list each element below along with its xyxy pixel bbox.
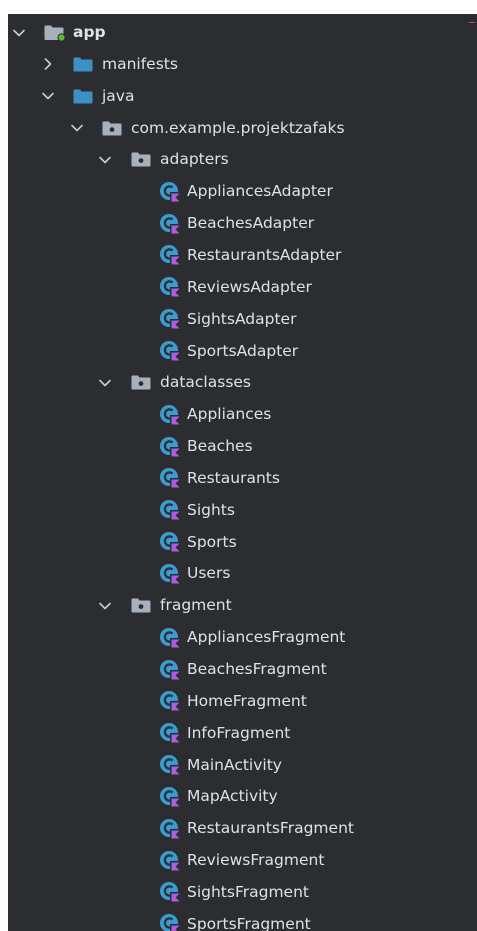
tree-file-reviewsadapter-label: ReviewsAdapter bbox=[187, 277, 312, 296]
kotlin-class-icon bbox=[159, 527, 181, 558]
tree-file-restaurantsfragment[interactable]: RestaurantsFragment bbox=[8, 813, 477, 844]
tree-file-sightsfragment-label: SightsFragment bbox=[187, 882, 309, 901]
tree-node-dataclasses-label: dataclasses bbox=[160, 373, 252, 392]
chevron-down-icon[interactable] bbox=[40, 81, 56, 112]
tree-file-restaurants-label: Restaurants bbox=[187, 468, 280, 487]
kotlin-class-icon bbox=[159, 463, 181, 494]
kotlin-class-icon bbox=[159, 686, 181, 717]
tree-file-reviewsadapter[interactable]: ReviewsAdapter bbox=[8, 272, 477, 303]
tree-file-beaches[interactable]: Beaches bbox=[8, 431, 477, 462]
kotlin-class-icon bbox=[159, 399, 181, 430]
tree-file-infofragment-label: InfoFragment bbox=[187, 723, 291, 742]
chevron-down-icon[interactable] bbox=[69, 113, 85, 144]
tree-node-java-label: java bbox=[102, 86, 135, 105]
tree-file-restaurantsadapter-label: RestaurantsAdapter bbox=[187, 245, 342, 264]
kotlin-class-icon bbox=[159, 176, 181, 207]
tree-file-sights-label: Sights bbox=[187, 500, 235, 519]
tree-node-java[interactable]: java bbox=[8, 81, 477, 112]
tree-node-app-label: app bbox=[73, 23, 106, 41]
kotlin-class-icon bbox=[159, 240, 181, 271]
folder-icon bbox=[73, 49, 93, 80]
tree-file-sightsadapter-label: SightsAdapter bbox=[187, 309, 297, 328]
kotlin-class-icon bbox=[159, 750, 181, 781]
tree-node-fragment[interactable]: fragment bbox=[8, 590, 477, 621]
tree-file-appliancesfragment-label: AppliancesFragment bbox=[187, 628, 346, 647]
tree-file-reviewsfragment-label: ReviewsFragment bbox=[187, 851, 325, 870]
tree-node-package[interactable]: com.example.projektzafaks bbox=[8, 113, 477, 144]
project-tree-panel: app manifests java com.example.projektzafak… bbox=[8, 14, 477, 931]
tree-file-restaurants[interactable]: Restaurants bbox=[8, 463, 477, 494]
tree-file-beachesadapter-label: BeachesAdapter bbox=[187, 214, 315, 233]
tree-file-sportsfragment-label: SportsFragment bbox=[187, 914, 311, 931]
tree-file-reviewsfragment[interactable]: ReviewsFragment bbox=[8, 845, 477, 876]
tree-file-appliancesfragment[interactable]: AppliancesFragment bbox=[8, 622, 477, 653]
kotlin-class-icon bbox=[159, 336, 181, 367]
tree-file-appliancesadapter[interactable]: AppliancesAdapter bbox=[8, 176, 477, 207]
kotlin-class-icon bbox=[159, 845, 181, 876]
package-icon bbox=[131, 144, 151, 175]
kotlin-class-icon bbox=[159, 877, 181, 908]
tree-node-fragment-label: fragment bbox=[160, 596, 232, 615]
chevron-down-icon[interactable] bbox=[97, 144, 113, 175]
kotlin-class-icon bbox=[159, 909, 181, 931]
chevron-down-icon[interactable] bbox=[97, 590, 113, 621]
tree-file-appliances-label: Appliances bbox=[187, 405, 272, 424]
kotlin-class-icon bbox=[159, 622, 181, 653]
tree-file-sportsfragment[interactable]: SportsFragment bbox=[8, 909, 477, 931]
tree-file-sports-label: Sports bbox=[187, 532, 237, 551]
tree-file-beachesadapter[interactable]: BeachesAdapter bbox=[8, 208, 477, 239]
tree-node-manifests[interactable]: manifests bbox=[8, 49, 477, 80]
tree-node-manifests-label: manifests bbox=[102, 54, 178, 73]
tree-file-users-label: Users bbox=[187, 564, 231, 583]
chevron-down-icon[interactable] bbox=[11, 17, 27, 48]
tree-file-appliancesadapter-label: AppliancesAdapter bbox=[187, 182, 333, 201]
kotlin-class-icon bbox=[159, 718, 181, 749]
kotlin-class-icon bbox=[159, 272, 181, 303]
tree-file-sports[interactable]: Sports bbox=[8, 527, 477, 558]
tree-node-adapters[interactable]: adapters bbox=[8, 144, 477, 175]
folder-icon bbox=[73, 81, 93, 112]
chevron-down-icon[interactable] bbox=[97, 367, 113, 398]
tree-file-mainactivity[interactable]: MainActivity bbox=[8, 750, 477, 781]
tree-file-mapactivity[interactable]: MapActivity bbox=[8, 781, 477, 812]
tree-file-sportsadapter[interactable]: SportsAdapter bbox=[8, 336, 477, 367]
module-folder-icon bbox=[44, 17, 66, 48]
tree-file-beachesfragment[interactable]: BeachesFragment bbox=[8, 654, 477, 685]
tree-node-app[interactable]: app bbox=[8, 17, 477, 48]
tree-file-sightsfragment[interactable]: SightsFragment bbox=[8, 877, 477, 908]
tree-file-beaches-label: Beaches bbox=[187, 437, 253, 456]
kotlin-class-icon bbox=[159, 558, 181, 589]
tree-node-package-label: com.example.projektzafaks bbox=[131, 118, 345, 137]
kotlin-class-icon bbox=[159, 431, 181, 462]
kotlin-class-icon bbox=[159, 495, 181, 526]
tree-file-restaurantsadapter[interactable]: RestaurantsAdapter bbox=[8, 240, 477, 271]
tree-file-sights[interactable]: Sights bbox=[8, 495, 477, 526]
tree-node-adapters-label: adapters bbox=[160, 150, 229, 169]
tree-file-infofragment[interactable]: InfoFragment bbox=[8, 718, 477, 749]
tree-file-mainactivity-label: MainActivity bbox=[187, 755, 282, 774]
tree-file-homefragment-label: HomeFragment bbox=[187, 691, 307, 710]
tree-file-appliances[interactable]: Appliances bbox=[8, 399, 477, 430]
tree-file-sportsadapter-label: SportsAdapter bbox=[187, 341, 299, 360]
package-icon bbox=[131, 367, 151, 398]
kotlin-class-icon bbox=[159, 304, 181, 335]
tree-node-dataclasses[interactable]: dataclasses bbox=[8, 367, 477, 398]
tree-file-mapactivity-label: MapActivity bbox=[187, 787, 278, 806]
package-icon bbox=[102, 113, 122, 144]
tree-file-restaurantsfragment-label: RestaurantsFragment bbox=[187, 819, 354, 838]
chevron-right-icon[interactable] bbox=[40, 49, 56, 80]
kotlin-class-icon bbox=[159, 781, 181, 812]
kotlin-class-icon bbox=[159, 813, 181, 844]
tree-file-homefragment[interactable]: HomeFragment bbox=[8, 686, 477, 717]
tree-file-users[interactable]: Users bbox=[8, 558, 477, 589]
kotlin-class-icon bbox=[159, 208, 181, 239]
package-icon bbox=[131, 590, 151, 621]
kotlin-class-icon bbox=[159, 654, 181, 685]
tree-file-beachesfragment-label: BeachesFragment bbox=[187, 660, 327, 678]
tree-file-sightsadapter[interactable]: SightsAdapter bbox=[8, 304, 477, 335]
